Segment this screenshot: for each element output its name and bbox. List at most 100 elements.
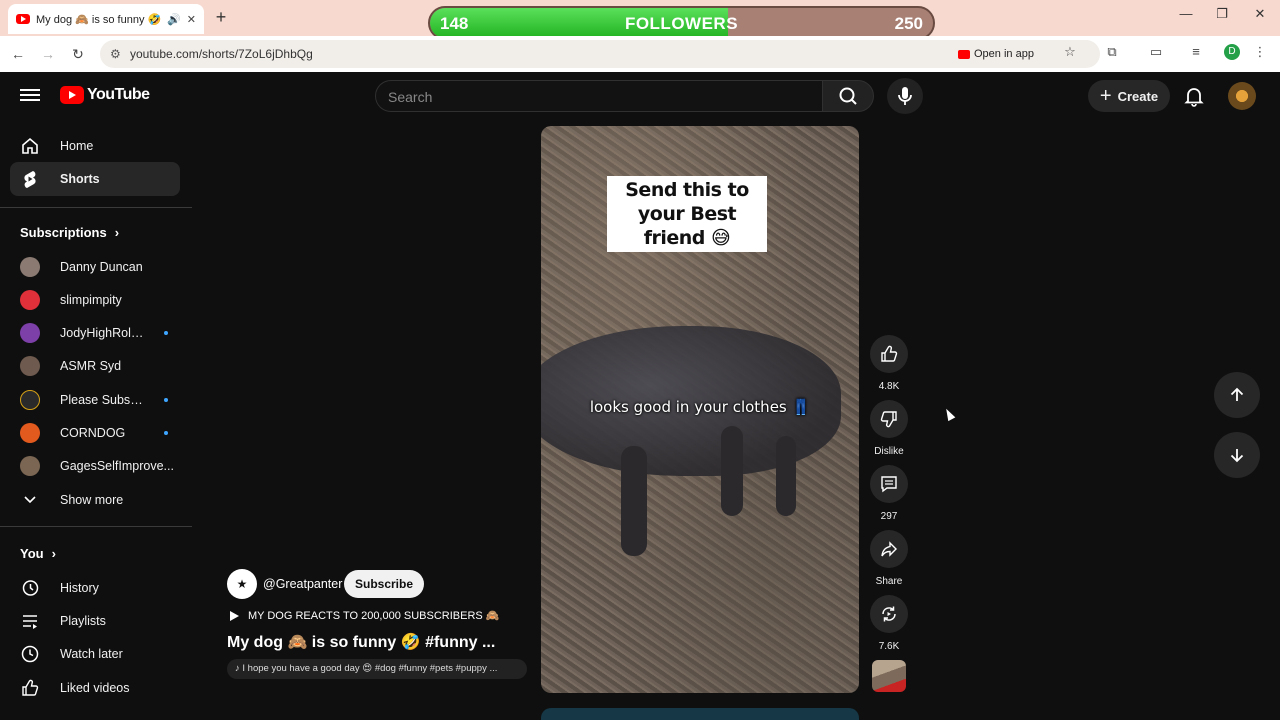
subscription-item[interactable]: slimpimpity bbox=[10, 284, 180, 316]
chevron-right-icon: › bbox=[51, 546, 56, 561]
new-content-dot bbox=[164, 431, 168, 435]
open-in-app-label: Open in app bbox=[974, 48, 1034, 60]
back-icon[interactable]: ← bbox=[8, 44, 28, 64]
dislike-action: Dislike bbox=[870, 400, 908, 457]
new-tab-button[interactable]: + bbox=[212, 6, 230, 28]
dislike-button[interactable] bbox=[870, 400, 908, 438]
account-avatar[interactable] bbox=[1228, 82, 1256, 110]
sidebar-divider bbox=[0, 526, 192, 527]
like-icon bbox=[20, 678, 40, 698]
restore-icon[interactable]: ❐ bbox=[1212, 6, 1232, 22]
chevron-right-icon: › bbox=[114, 225, 120, 240]
subscription-item[interactable]: CORNDOG bbox=[10, 417, 180, 449]
minimize-icon[interactable]: — bbox=[1176, 6, 1196, 21]
show-more-button[interactable]: Show more bbox=[10, 484, 180, 516]
notifications-icon[interactable] bbox=[1182, 84, 1206, 108]
remix-icon bbox=[882, 606, 896, 622]
subscribe-button[interactable]: Subscribe bbox=[344, 570, 424, 598]
reload-icon[interactable]: ↻ bbox=[68, 44, 88, 64]
channel-avatar[interactable]: ★ bbox=[227, 569, 257, 599]
subscription-item[interactable]: Please Subscrib... bbox=[10, 384, 180, 416]
browser-tab[interactable]: My dog 🙈 is so funny 🤣 #funny 🔊 ✕ bbox=[8, 4, 204, 34]
show-more-label: Show more bbox=[60, 493, 124, 507]
remix-button[interactable] bbox=[870, 595, 908, 633]
sidebar-item-shorts[interactable]: Shorts bbox=[10, 162, 180, 196]
comments-action: 297 bbox=[870, 465, 908, 522]
channel-avatar bbox=[20, 290, 40, 310]
search-input[interactable] bbox=[388, 87, 808, 107]
window-close-icon[interactable]: ✕ bbox=[1250, 6, 1270, 22]
subscription-item[interactable]: Danny Duncan bbox=[10, 251, 180, 283]
create-button[interactable]: + Create bbox=[1088, 80, 1170, 112]
channel-name[interactable]: @Greatpanter bbox=[263, 577, 342, 591]
tab-close-icon[interactable]: ✕ bbox=[187, 13, 196, 26]
subscription-item[interactable]: ASMR Syd bbox=[10, 350, 180, 382]
new-content-dot bbox=[164, 398, 168, 402]
arrow-down-icon bbox=[1230, 449, 1244, 463]
media-controls-icon[interactable]: ≡ bbox=[1186, 44, 1206, 59]
short-title[interactable]: My dog 🙈 is so funny 🤣 #funny ... bbox=[227, 632, 495, 652]
comments-button[interactable] bbox=[870, 465, 908, 503]
watch-later-icon bbox=[20, 644, 40, 664]
extensions-icon[interactable]: ⧉ bbox=[1102, 44, 1122, 60]
playlist-title: MY DOG REACTS TO 200,000 SUBSCRIBERS 🙈 bbox=[248, 610, 500, 622]
microphone-icon bbox=[898, 87, 912, 105]
subscriptions-heading[interactable]: Subscriptions › bbox=[20, 225, 119, 240]
subscription-name: slimpimpity bbox=[60, 293, 122, 307]
subscription-name: CORNDOG bbox=[60, 426, 126, 440]
cast-icon[interactable]: ▭ bbox=[1146, 44, 1166, 60]
site-info-icon[interactable]: ⚙ bbox=[110, 47, 121, 61]
you-heading[interactable]: You › bbox=[20, 546, 56, 561]
shorts-video-player[interactable]: Send this to your Best friend 😅 looks go… bbox=[541, 126, 859, 693]
youtube-logo[interactable]: YouTube bbox=[60, 86, 150, 104]
mouse-cursor bbox=[942, 406, 956, 422]
thumbs-up-icon bbox=[881, 345, 898, 362]
tab-title: My dog 🙈 is so funny 🤣 #funny bbox=[36, 13, 162, 26]
browser-menu-icon[interactable]: ⋮ bbox=[1250, 44, 1270, 60]
sound-thumbnail[interactable] bbox=[872, 660, 906, 692]
bookmark-star-icon[interactable]: ☆ bbox=[1060, 44, 1080, 60]
speaker-icon[interactable]: 🔊 bbox=[167, 13, 181, 26]
channel-avatar bbox=[20, 390, 40, 410]
subscription-name: ASMR Syd bbox=[60, 359, 122, 373]
thumbs-down-icon bbox=[880, 411, 897, 428]
subscription-item[interactable]: JodyHighRoller bbox=[10, 317, 180, 349]
next-short-preview[interactable] bbox=[541, 708, 859, 720]
share-button[interactable] bbox=[870, 530, 908, 568]
menu-icon[interactable] bbox=[20, 86, 40, 106]
next-short-button[interactable] bbox=[1214, 432, 1260, 478]
comment-icon bbox=[881, 476, 897, 493]
sidebar-item-label: Shorts bbox=[60, 172, 100, 186]
chevron-down-icon bbox=[20, 490, 40, 510]
previous-short-button[interactable] bbox=[1214, 372, 1260, 418]
playlist-link[interactable]: MY DOG REACTS TO 200,000 SUBSCRIBERS 🙈 bbox=[228, 609, 500, 622]
browser-profile-avatar[interactable]: D bbox=[1224, 44, 1240, 60]
browser-toolbar: ← → ↻ ⚙ youtube.com/shorts/7ZoL6jDhbQg O… bbox=[0, 36, 1280, 72]
subscription-name: JodyHighRoller bbox=[60, 326, 144, 340]
sidebar-item-home[interactable]: Home bbox=[10, 129, 180, 163]
you-label: You bbox=[20, 546, 44, 561]
sidebar-item-playlists[interactable]: Playlists bbox=[10, 604, 180, 638]
sidebar-divider bbox=[0, 207, 192, 208]
like-button[interactable] bbox=[870, 335, 908, 373]
home-icon bbox=[20, 136, 40, 156]
dislike-label: Dislike bbox=[874, 446, 904, 457]
search-button[interactable] bbox=[822, 80, 874, 112]
url-text[interactable]: youtube.com/shorts/7ZoL6jDhbQg bbox=[130, 47, 313, 61]
channel-avatar bbox=[20, 423, 40, 443]
address-bar[interactable]: ⚙ youtube.com/shorts/7ZoL6jDhbQg bbox=[100, 40, 1100, 68]
sidebar-item-watch-later[interactable]: Watch later bbox=[10, 637, 180, 671]
forward-icon[interactable]: → bbox=[38, 44, 58, 64]
sidebar-item-history[interactable]: History bbox=[10, 571, 180, 605]
subscription-item[interactable]: GagesSelfImprove... bbox=[10, 450, 180, 482]
description-pill[interactable]: ♪ I hope you have a good day 😍 #dog #fun… bbox=[227, 659, 527, 679]
playlists-icon bbox=[20, 611, 40, 631]
sidebar-item-label: History bbox=[60, 581, 99, 595]
sidebar-item-label: Liked videos bbox=[60, 681, 130, 695]
video-caption-middle: looks good in your clothes 👖 bbox=[589, 398, 811, 416]
remix-count: 7.6K bbox=[878, 641, 900, 652]
sidebar-item-liked-videos[interactable]: Liked videos bbox=[10, 671, 180, 705]
voice-search-button[interactable] bbox=[887, 78, 923, 114]
open-in-app-button[interactable]: Open in app bbox=[958, 44, 1034, 64]
search-icon bbox=[839, 87, 857, 105]
